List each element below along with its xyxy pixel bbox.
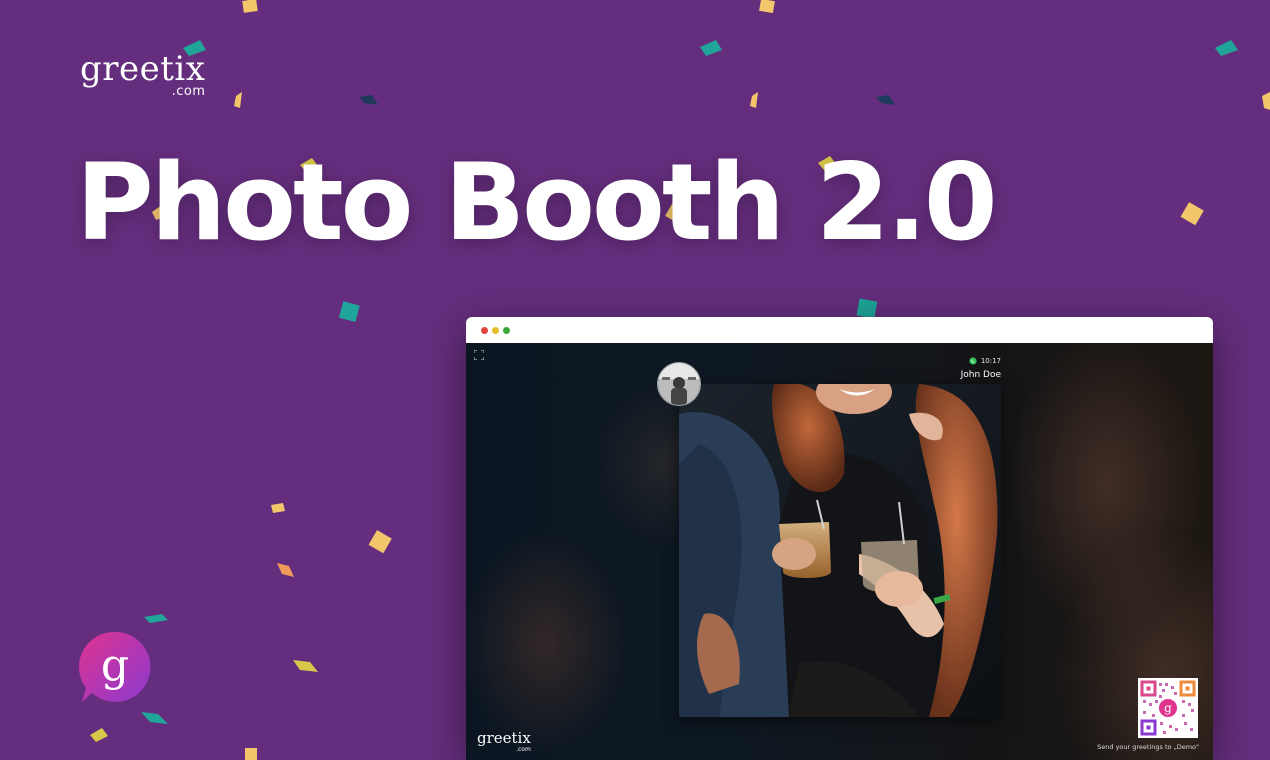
footer-logo: greetix .com — [477, 729, 531, 754]
qr-code-icon: g — [1138, 678, 1198, 738]
qr-center-letter: g — [1164, 701, 1172, 715]
party-photo-image — [679, 384, 1001, 717]
window-minimize-button[interactable] — [492, 327, 499, 334]
footer-logo-domain: .com — [516, 746, 531, 753]
guest-photo[interactable] — [679, 384, 1001, 717]
post-time: 10:17 — [980, 357, 1001, 365]
footer-logo-wordmark: greetix — [477, 729, 531, 747]
avatar — [657, 362, 701, 406]
whatsapp-icon — [969, 357, 977, 365]
expand-icon[interactable] — [474, 350, 484, 360]
window-maximize-button[interactable] — [503, 327, 510, 334]
post-meta: 10:17 John Doe — [961, 355, 1001, 382]
qr-caption: Send your greetings to „Demo" — [1097, 743, 1199, 751]
window-close-button[interactable] — [481, 327, 488, 334]
page-title: Photo Booth 2.0 — [76, 141, 998, 264]
badge-letter: g — [101, 640, 129, 691]
qr-code[interactable]: g — [1138, 678, 1198, 738]
photo-wall-stage: 10:17 John Doe g Send your greetings to … — [466, 343, 1213, 760]
window-titlebar — [466, 317, 1213, 343]
greetix-badge-icon: g — [78, 631, 151, 702]
photo-booth-window: 10:17 John Doe g Send your greetings to … — [466, 317, 1213, 760]
avatar-image — [658, 363, 700, 405]
post-author: John Doe — [960, 370, 1001, 380]
